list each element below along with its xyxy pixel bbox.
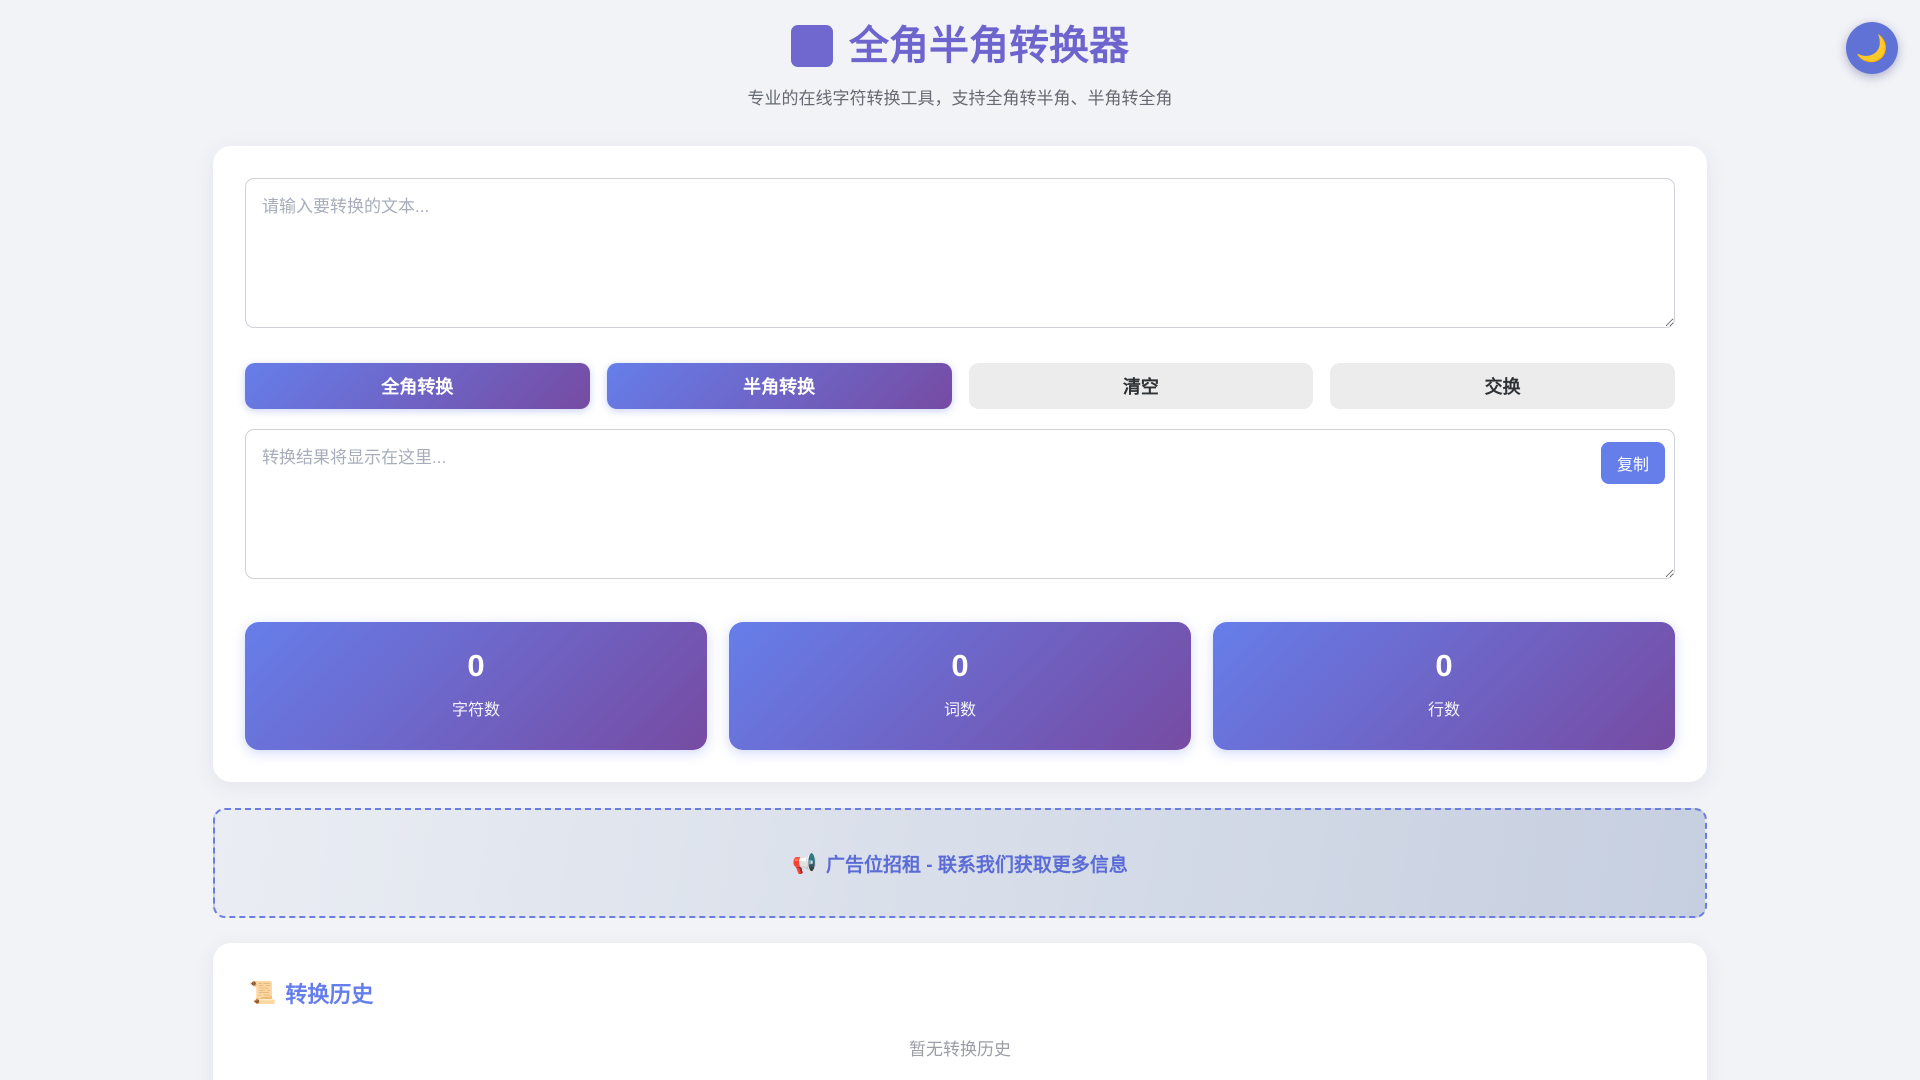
- clear-button[interactable]: 清空: [968, 363, 1314, 409]
- stat-card-lines: 0 行数: [1213, 622, 1675, 750]
- button-row: 全角转换 半角转换 清空 交换: [245, 363, 1675, 409]
- stat-card-words: 0 词数: [729, 622, 1191, 750]
- title-square-icon: [791, 25, 833, 67]
- copy-button[interactable]: 复制: [1600, 442, 1665, 484]
- header: 全角半角转换器 专业的在线字符转换工具，支持全角转半角、半角转全角: [0, 0, 1920, 109]
- output-wrap: 复制: [245, 429, 1675, 584]
- to-halfwidth-button[interactable]: 半角转换: [606, 363, 952, 409]
- ad-banner-text: 广告位招租 - 联系我们获取更多信息: [826, 854, 1128, 876]
- theme-toggle-button[interactable]: 🌙: [1846, 22, 1898, 74]
- moon-icon: 🌙: [1855, 33, 1889, 63]
- char-count-label: 字符数: [451, 702, 500, 719]
- char-count-value: 0: [467, 648, 485, 683]
- page-subtitle: 专业的在线字符转换工具，支持全角转半角、半角转全角: [747, 89, 1173, 108]
- line-count-label: 行数: [1427, 702, 1460, 719]
- stat-card-chars: 0 字符数: [245, 622, 707, 750]
- output-textarea[interactable]: [245, 429, 1675, 579]
- megaphone-icon: 📢: [792, 852, 817, 875]
- line-count-value: 0: [1435, 648, 1453, 683]
- scroll-icon: 📜: [249, 980, 277, 1005]
- ad-banner[interactable]: 📢 广告位招租 - 联系我们获取更多信息: [213, 808, 1707, 918]
- stats-row: 0 字符数 0 词数 0 行数: [245, 622, 1675, 750]
- word-count-value: 0: [951, 648, 969, 683]
- to-fullwidth-button[interactable]: 全角转换: [245, 363, 590, 409]
- input-textarea[interactable]: [245, 178, 1675, 328]
- history-card: 📜 转换历史 暂无转换历史: [213, 943, 1707, 1080]
- page-title: 全角半角转换器: [0, 22, 1920, 70]
- swap-button[interactable]: 交换: [1330, 363, 1675, 409]
- main-container: 全角转换 半角转换 清空 交换 复制 0 字符数 0 词数 0 行数 📢: [213, 146, 1707, 1080]
- history-title-text: 转换历史: [285, 982, 374, 1007]
- converter-card: 全角转换 半角转换 清空 交换 复制 0 字符数 0 词数 0 行数: [213, 146, 1707, 782]
- word-count-label: 词数: [943, 702, 976, 719]
- page-title-text: 全角半角转换器: [849, 24, 1129, 68]
- history-title: 📜 转换历史: [249, 977, 1671, 1009]
- history-empty-text: 暂无转换历史: [909, 1040, 1011, 1059]
